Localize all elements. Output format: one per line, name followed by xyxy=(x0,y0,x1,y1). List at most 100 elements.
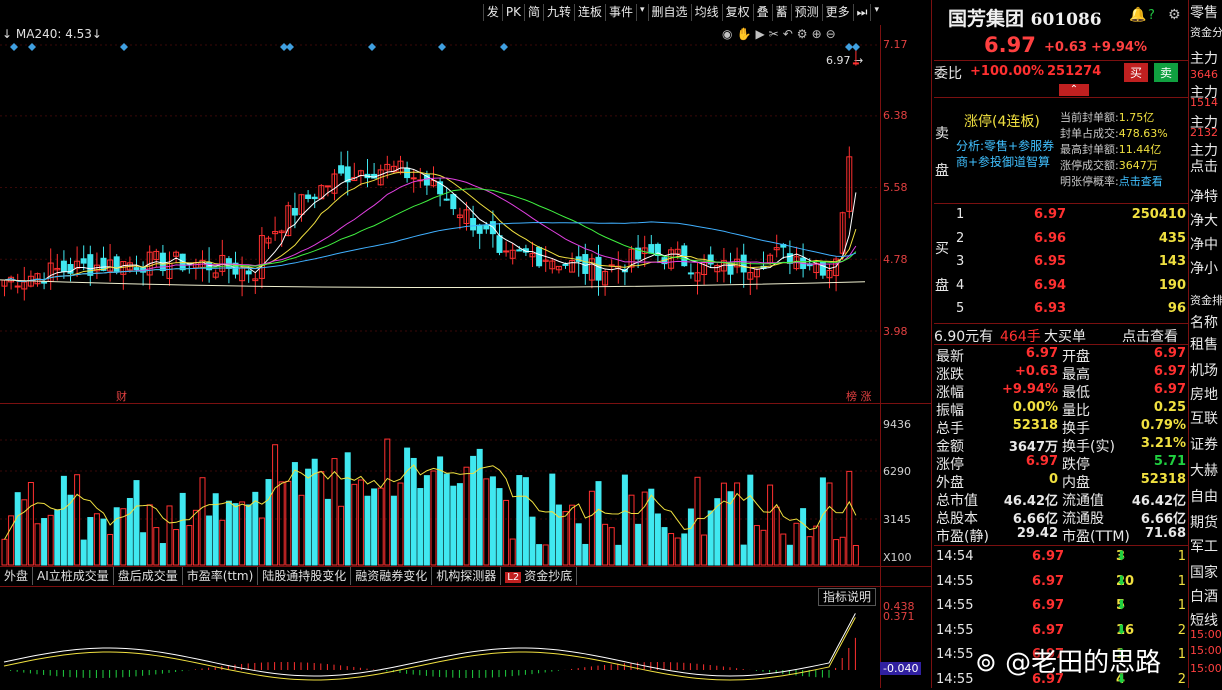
volume-bar xyxy=(654,513,661,566)
tab-5[interactable]: 融资融券变化 xyxy=(351,567,433,585)
volume-bar xyxy=(595,481,602,566)
volume-bar xyxy=(720,482,727,566)
volume-bar xyxy=(338,505,345,566)
volume-bar xyxy=(404,447,411,566)
tab-label: 资金抄底 xyxy=(524,569,573,583)
y-label-vol-2: 3145 xyxy=(883,513,911,526)
toolbar-button-11[interactable]: 蓄 xyxy=(771,4,791,21)
toolbar-button-12[interactable]: 预测 xyxy=(790,4,822,21)
far-right-item: 15:00 xyxy=(1190,628,1222,641)
panel-divider xyxy=(931,0,932,688)
limit-analysis[interactable]: 分析:零售+参服券商+参投御道智算 xyxy=(956,138,1056,170)
help-icon[interactable]: ? xyxy=(1148,8,1155,23)
volume-bar xyxy=(760,529,767,566)
volume-bar xyxy=(318,471,325,566)
bid-row[interactable]: 1 6.97 250410 xyxy=(934,207,1188,225)
buy-button[interactable]: 买 xyxy=(1124,63,1149,82)
candle xyxy=(483,225,490,230)
volume-bar xyxy=(390,495,397,566)
volume-bar xyxy=(107,533,114,566)
tab-6[interactable]: 机构探测器 xyxy=(432,567,502,585)
volume-bar xyxy=(410,457,417,566)
sell-button[interactable]: 卖 xyxy=(1154,63,1179,82)
toolbar-button-0[interactable]: 发 xyxy=(482,4,502,21)
bid-row[interactable]: 4 6.94 190 xyxy=(934,278,1188,296)
far-right-item: 期货 xyxy=(1190,515,1218,531)
stock-chart[interactable] xyxy=(0,25,880,687)
volume-bar xyxy=(278,481,285,566)
toolbar-button-7[interactable]: 删自选 xyxy=(647,4,691,21)
volume-bar xyxy=(687,508,694,566)
candle xyxy=(291,207,298,216)
stat-row: 最新 6.97 开盘 6.97 xyxy=(936,346,1186,365)
stat-row: 金额 3647万 换手(实) 3.21% xyxy=(936,436,1186,455)
toolbar-button-8[interactable]: 均线 xyxy=(690,4,722,21)
tab-4[interactable]: 陆股通持股变化 xyxy=(258,567,352,585)
tick-row: 14:55 6.97 5 ⬇ 1 xyxy=(936,598,1186,613)
l2-badge: L2 xyxy=(505,572,522,583)
tick-row: 14:54 6.97 3 ⬇ 1 xyxy=(936,549,1186,564)
far-right-item: 自由 xyxy=(1190,489,1218,505)
bid-row[interactable]: 5 6.93 96 xyxy=(934,301,1188,319)
volume-bar xyxy=(555,504,562,566)
volume-bar xyxy=(582,543,589,566)
far-right-item: 军工 xyxy=(1190,539,1218,555)
bid-row[interactable]: 2 6.96 435 xyxy=(934,231,1188,249)
volume-bar xyxy=(635,523,642,566)
y-label-ind-2: -0.040 xyxy=(880,662,922,675)
toolbar-button-14[interactable]: ⏭ xyxy=(852,4,871,21)
gear-icon[interactable]: ⚙ xyxy=(1168,7,1181,23)
limit-stat-4[interactable]: 明张停概率:点击查看 xyxy=(1060,174,1188,190)
collapse-icon[interactable]: ⌃ xyxy=(1059,84,1089,96)
price-change-pct: +9.94% xyxy=(1091,40,1147,55)
volume-bar xyxy=(456,483,463,566)
volume-bar xyxy=(199,477,206,566)
volume-bar xyxy=(793,522,800,566)
volume-bar xyxy=(753,525,760,566)
volume-bar xyxy=(8,515,15,566)
toolbar-button-13[interactable]: 更多 xyxy=(821,4,853,21)
toolbar-button-9[interactable]: 复权 xyxy=(721,4,753,21)
tab-3[interactable]: 市盈率(ttm) xyxy=(183,567,259,585)
event-marker xyxy=(28,43,36,51)
tab-7[interactable]: L2 资金抄底 xyxy=(501,567,578,585)
far-right-item: 机场 xyxy=(1190,363,1218,379)
webi-label: 委比 xyxy=(934,66,962,82)
toolbar-button-5[interactable]: 事件 xyxy=(605,4,636,21)
candle xyxy=(503,250,510,253)
toolbar-button-3[interactable]: 九转 xyxy=(542,4,574,21)
bell-icon[interactable]: 🔔 xyxy=(1129,7,1146,23)
big-order-link[interactable]: 点击查看 xyxy=(1122,326,1178,346)
volume-bar xyxy=(67,494,74,566)
bid-row[interactable]: 3 6.95 143 xyxy=(934,254,1188,272)
toolbar-button-1[interactable]: PK xyxy=(501,4,524,21)
stat-row: 市盈(静) 29.42 市盈(TTM) 71.68 xyxy=(936,526,1186,545)
volume-bar xyxy=(549,473,556,566)
volume-bar xyxy=(305,468,312,566)
toolbar-button-6[interactable]: ▾ xyxy=(636,4,648,21)
far-right-item: 净小 xyxy=(1190,261,1218,277)
far-right-item: 净中 xyxy=(1190,237,1218,253)
volume-bar xyxy=(41,518,48,566)
tick-row: 14:55 6.97 20 ⬇ 1 xyxy=(936,573,1186,589)
volume-bar xyxy=(806,536,813,566)
volume-bar xyxy=(701,534,708,566)
far-right-item: 15:00 xyxy=(1190,662,1222,675)
candle xyxy=(476,224,483,234)
limit-stat-0: 当前封单额:1.75亿 xyxy=(1060,111,1155,124)
volume-bar xyxy=(285,480,292,566)
tab-1[interactable]: AI立桩成交量 xyxy=(33,567,114,585)
indicator-help-button[interactable]: 指标说明 xyxy=(818,588,877,606)
toolbar-button-10[interactable]: 叠 xyxy=(752,4,772,21)
tab-0[interactable]: 外盘 xyxy=(0,567,34,585)
volume-bar xyxy=(1,538,8,566)
candle xyxy=(852,62,859,65)
toolbar-button-15[interactable]: ▾ xyxy=(870,4,882,21)
tab-2[interactable]: 盘后成交量 xyxy=(114,567,183,585)
limit-up-title: 涨停(4连板) xyxy=(964,114,1040,130)
volume-bar xyxy=(628,494,635,566)
toolbar-button-4[interactable]: 连板 xyxy=(573,4,605,21)
volume-bar xyxy=(813,525,820,566)
big-order-row: 6.90元有 464手 大买单 点击查看 xyxy=(934,326,1188,346)
toolbar-button-2[interactable]: 简 xyxy=(523,4,543,21)
